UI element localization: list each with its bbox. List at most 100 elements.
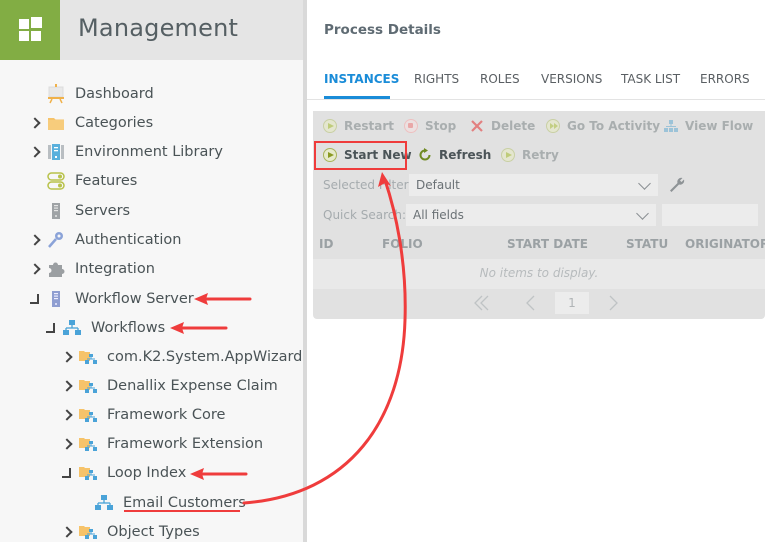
- sidebar-item-appwizard[interactable]: com.K2.System.AppWizard: [62, 344, 302, 370]
- chevron-right-icon[interactable]: [62, 437, 72, 451]
- sidebar-item-integration[interactable]: Integration: [30, 256, 155, 282]
- tab-rights[interactable]: RIGHTS: [414, 72, 459, 86]
- chevron-down-icon: [636, 207, 649, 220]
- sidebar-item-label: Denallix Expense Claim: [107, 378, 278, 394]
- sidebar-item-denallix-expense-claim[interactable]: Denallix Expense Claim: [62, 373, 278, 399]
- folder-icon: [46, 113, 66, 133]
- delete-x-icon: [470, 119, 484, 133]
- category-workflow-icon: [78, 347, 98, 367]
- fast-forward-circle-icon: [546, 119, 560, 133]
- dashboard-easel-icon: [46, 84, 66, 104]
- expanded-corner-icon[interactable]: [46, 321, 56, 335]
- sidebar-item-authentication[interactable]: Authentication: [30, 227, 181, 253]
- category-workflow-icon: [78, 522, 98, 542]
- restart-label: Restart: [344, 119, 395, 133]
- key-icon: [46, 230, 66, 250]
- column-header-originator[interactable]: ORIGINATOR: [685, 237, 765, 251]
- grid-header: ID FOLIO START DATE STATUS ORIGINATOR: [313, 230, 765, 258]
- expanded-corner-icon[interactable]: [62, 466, 72, 480]
- current-page-input[interactable]: 1: [555, 292, 589, 314]
- grid-body: No items to display.: [313, 259, 765, 289]
- tab-roles[interactable]: ROLES: [480, 72, 520, 86]
- previous-page-icon[interactable]: [526, 295, 536, 315]
- sidebar-item-categories[interactable]: Categories: [30, 110, 153, 136]
- sidebar-item-label: com.K2.System.AppWizard: [107, 349, 303, 365]
- library-icon: [46, 142, 66, 162]
- toggle-icon: [46, 171, 66, 191]
- pager: [313, 289, 765, 319]
- category-workflow-icon: [78, 463, 98, 483]
- go-to-activity-button[interactable]: Go To Activity: [546, 115, 660, 137]
- chevron-right-icon[interactable]: [62, 525, 72, 539]
- sidebar-item-label: Authentication: [75, 232, 182, 248]
- tab-task-list[interactable]: TASK LIST: [621, 72, 680, 86]
- next-page-icon[interactable]: [608, 295, 618, 315]
- workflow-server-icon: [46, 289, 66, 309]
- start-new-highlight-annotation: [314, 141, 407, 170]
- sidebar-item-environment-library[interactable]: Environment Library: [30, 139, 223, 165]
- category-workflow-icon: [78, 376, 98, 396]
- delete-label: Delete: [491, 119, 536, 133]
- sidebar-item-label: Environment Library: [75, 144, 223, 160]
- first-page-icon[interactable]: [473, 295, 491, 315]
- tab-instances[interactable]: INSTANCES: [324, 72, 399, 86]
- sidebar: Management Dashboard Categories Environm…: [0, 0, 303, 542]
- chevron-right-icon[interactable]: [30, 262, 40, 276]
- sidebar-item-label: Integration: [75, 261, 155, 277]
- sidebar-item-servers[interactable]: Servers: [46, 198, 130, 224]
- chevron-right-icon[interactable]: [30, 233, 40, 247]
- sidebar-item-framework-core[interactable]: Framework Core: [62, 402, 225, 428]
- column-header-id[interactable]: ID: [319, 237, 333, 251]
- quick-search-field-value: All fields: [413, 208, 464, 222]
- quick-search-input[interactable]: [662, 204, 758, 226]
- flow-diagram-icon: [664, 119, 678, 133]
- sidebar-item-object-types[interactable]: Object Types: [62, 519, 200, 542]
- sidebar-item-workflow-server[interactable]: Workflow Server: [30, 286, 194, 312]
- empty-message: No items to display.: [479, 266, 599, 280]
- server-icon: [46, 201, 66, 221]
- sidebar-item-label: Workflow Server: [75, 291, 194, 307]
- sidebar-item-label: Framework Core: [107, 407, 226, 423]
- column-header-start-date[interactable]: START DATE: [507, 237, 588, 251]
- sidebar-item-features[interactable]: Features: [46, 168, 137, 194]
- sidebar-item-label: Dashboard: [75, 86, 154, 102]
- sidebar-item-label: Email Customers: [123, 495, 246, 511]
- chevron-right-icon[interactable]: [30, 116, 40, 130]
- sidebar-item-label: Loop Index: [107, 465, 187, 481]
- app-menu-button[interactable]: [0, 0, 60, 60]
- sidebar-item-workflows[interactable]: Workflows: [46, 315, 165, 341]
- sidebar-item-framework-extension[interactable]: Framework Extension: [62, 431, 263, 457]
- app-root: Management Dashboard Categories Environm…: [0, 0, 765, 542]
- delete-button[interactable]: Delete: [470, 115, 535, 137]
- sidebar-header: Management: [0, 0, 303, 60]
- expanded-corner-icon[interactable]: [30, 292, 40, 306]
- refresh-button[interactable]: Refresh: [418, 144, 491, 166]
- sidebar-item-label: Features: [75, 173, 138, 189]
- selected-filter-label: Selected Filter:: [323, 178, 413, 192]
- tab-versions[interactable]: VERSIONS: [541, 72, 602, 86]
- sidebar-item-email-customers[interactable]: Email Customers: [94, 490, 246, 516]
- column-header-status[interactable]: STATUS: [626, 237, 668, 251]
- sidebar-item-loop-index[interactable]: Loop Index: [62, 460, 186, 486]
- column-header-folio[interactable]: FOLIO: [382, 237, 423, 251]
- chevron-right-icon[interactable]: [30, 145, 40, 159]
- go-to-activity-label: Go To Activity: [567, 119, 661, 133]
- view-flow-button[interactable]: View Flow: [664, 115, 753, 137]
- selected-filter-select[interactable]: Default: [409, 174, 658, 196]
- workflow-tree-icon: [94, 493, 114, 513]
- retry-label: Retry: [522, 148, 559, 162]
- tab-errors[interactable]: ERRORS: [700, 72, 750, 86]
- chevron-right-icon[interactable]: [62, 350, 72, 364]
- stop-button[interactable]: Stop: [404, 115, 456, 137]
- quick-search-field-select[interactable]: All fields: [406, 204, 656, 226]
- chevron-right-icon[interactable]: [62, 379, 72, 393]
- sidebar-item-dashboard[interactable]: Dashboard: [46, 81, 154, 107]
- restart-button[interactable]: Restart: [323, 115, 394, 137]
- chevron-right-icon[interactable]: [62, 408, 72, 422]
- refresh-icon: [418, 148, 432, 162]
- selected-filter-value: Default: [416, 178, 460, 192]
- retry-button[interactable]: Retry: [501, 144, 559, 166]
- stop-circle-icon: [404, 119, 418, 133]
- wrench-icon[interactable]: [668, 176, 686, 198]
- workflow-tree-icon: [62, 318, 82, 338]
